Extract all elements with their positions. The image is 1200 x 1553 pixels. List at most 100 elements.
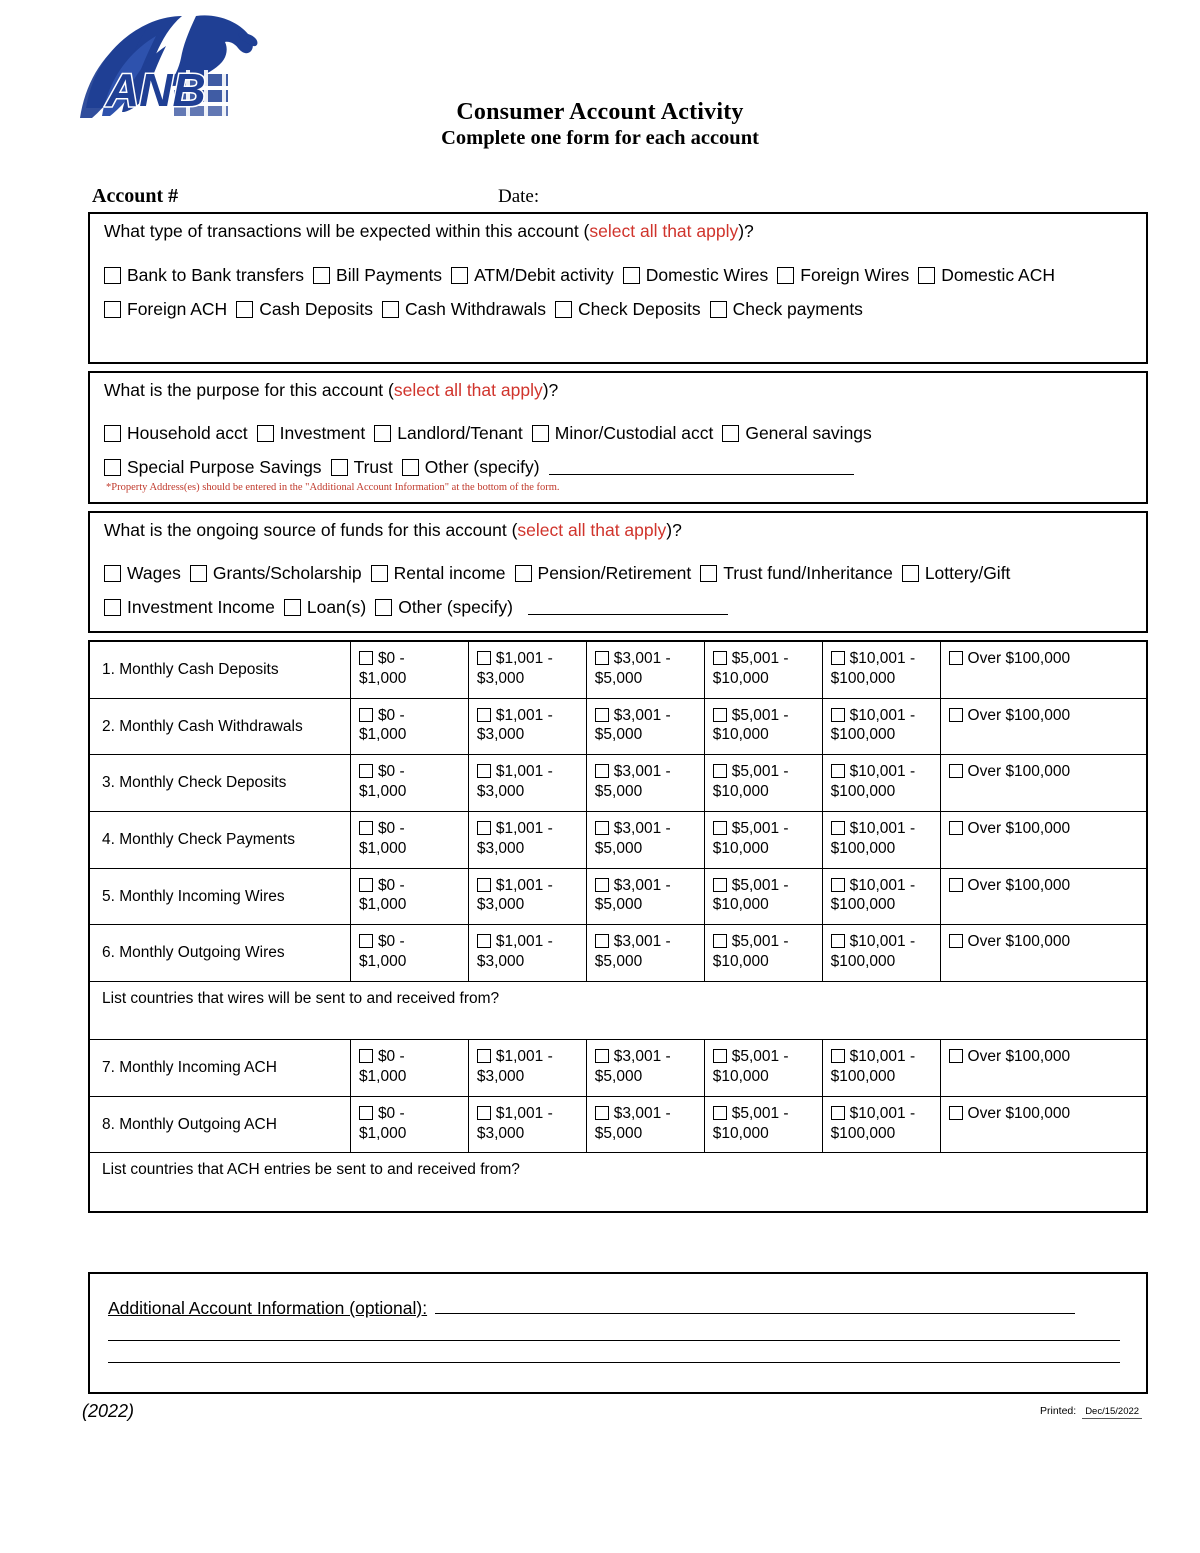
checkbox-item[interactable]: Grants/Scholarship [189, 564, 362, 583]
countries-ach-field[interactable]: List countries that ACH entries be sent … [88, 1152, 1148, 1213]
amount-option-cell[interactable]: $10,001 - $100,000 [821, 697, 941, 756]
checkbox-icon[interactable] [476, 764, 491, 779]
amount-option-cell[interactable]: $3,001 - $5,000 [585, 924, 705, 982]
checkbox-icon[interactable] [104, 267, 121, 285]
amount-option-cell[interactable]: $10,001 - $100,000 [821, 810, 941, 869]
amount-option-cell[interactable]: $1,001 - $3,000 [467, 640, 587, 699]
checkbox-icon[interactable] [370, 565, 388, 583]
checkbox-icon[interactable] [476, 1105, 491, 1120]
checkbox-icon[interactable] [948, 1105, 963, 1120]
checkbox-icon[interactable] [476, 820, 491, 835]
checkbox-icon[interactable] [901, 565, 919, 583]
checkbox-icon[interactable] [594, 877, 609, 892]
amount-option-cell[interactable]: Over $100,000 [939, 640, 1148, 699]
checkbox-icon[interactable] [476, 934, 491, 949]
checkbox-item[interactable]: Trust fund/Inheritance [700, 564, 893, 583]
checkbox-item[interactable]: Domestic Wires [622, 266, 768, 285]
checkbox-icon[interactable] [283, 598, 301, 616]
checkbox-item[interactable]: General savings [722, 424, 872, 443]
countries-wires-field[interactable]: List countries that wires will be sent t… [88, 980, 1148, 1041]
checkbox-icon[interactable] [918, 267, 936, 285]
checkbox-icon[interactable] [948, 934, 963, 949]
checkbox-icon[interactable] [330, 458, 348, 476]
amount-option-cell[interactable]: Over $100,000 [939, 754, 1148, 812]
checkbox-item[interactable]: Special Purpose Savings [104, 458, 322, 477]
checkbox-item[interactable]: Household acct [104, 424, 248, 443]
checkbox-item[interactable]: Landlord/Tenant [374, 424, 523, 443]
checkbox-icon[interactable] [358, 764, 373, 779]
checkbox-icon[interactable] [709, 300, 727, 318]
checkbox-icon[interactable] [104, 425, 121, 443]
amount-option-cell[interactable]: $5,001 - $10,000 [703, 924, 823, 982]
checkbox-item[interactable]: Cash Withdrawals [382, 300, 546, 319]
additional-info-line-3[interactable] [108, 1341, 1120, 1363]
amount-option-cell[interactable]: $10,001 - $100,000 [821, 924, 941, 982]
checkbox-icon[interactable] [777, 267, 795, 285]
checkbox-icon[interactable] [104, 565, 121, 583]
amount-option-cell[interactable]: $0 - $1,000 [349, 1095, 469, 1154]
checkbox-icon[interactable] [830, 651, 845, 665]
purpose-other-input-line[interactable] [548, 460, 854, 475]
amount-option-cell[interactable]: $5,001 - $10,000 [703, 810, 823, 869]
amount-option-cell[interactable]: $0 - $1,000 [349, 924, 469, 982]
checkbox-item[interactable]: Cash Deposits [236, 300, 373, 319]
checkbox-icon[interactable] [712, 651, 727, 665]
checkbox-icon[interactable] [256, 425, 274, 443]
checkbox-item[interactable]: Lottery/Gift [901, 564, 1010, 583]
checkbox-icon[interactable] [594, 1049, 609, 1064]
amount-option-cell[interactable]: $5,001 - $10,000 [703, 697, 823, 756]
checkbox-icon[interactable] [948, 707, 963, 722]
checkbox-icon[interactable] [514, 565, 532, 583]
checkbox-icon[interactable] [104, 598, 121, 616]
checkbox-icon[interactable] [358, 1105, 373, 1120]
checkbox-icon[interactable] [358, 820, 373, 835]
checkbox-icon[interactable] [476, 1049, 491, 1064]
checkbox-icon[interactable] [236, 300, 254, 318]
checkbox-item[interactable]: Investment Income [104, 598, 275, 617]
checkbox-item[interactable]: Pension/Retirement [514, 564, 691, 583]
amount-option-cell[interactable]: $1,001 - $3,000 [467, 1039, 587, 1097]
checkbox-icon[interactable] [830, 707, 845, 722]
amount-option-cell[interactable]: $10,001 - $100,000 [821, 1095, 941, 1154]
checkbox-item[interactable]: Rental income [370, 564, 506, 583]
checkbox-item[interactable]: Wages [104, 564, 181, 583]
checkbox-icon[interactable] [712, 934, 727, 949]
checkbox-icon[interactable] [189, 565, 207, 583]
amount-option-cell[interactable]: $10,001 - $100,000 [821, 1039, 941, 1097]
checkbox-item[interactable]: Trust [330, 458, 393, 477]
checkbox-icon[interactable] [948, 877, 963, 892]
checkbox-icon[interactable] [358, 934, 373, 949]
checkbox-icon[interactable] [358, 651, 373, 665]
checkbox-icon[interactable] [712, 1105, 727, 1120]
amount-option-cell[interactable]: $1,001 - $3,000 [467, 810, 587, 869]
checkbox-icon[interactable] [594, 707, 609, 722]
checkbox-item[interactable]: Foreign ACH [104, 300, 227, 319]
checkbox-item[interactable]: Investment [256, 424, 365, 443]
checkbox-item[interactable]: Foreign Wires [777, 266, 909, 285]
amount-option-cell[interactable]: $3,001 - $5,000 [585, 867, 705, 926]
checkbox-item-other[interactable]: Other (specify) [401, 458, 540, 477]
checkbox-icon[interactable] [948, 651, 963, 665]
checkbox-icon[interactable] [375, 598, 393, 616]
checkbox-item[interactable]: Minor/Custodial acct [531, 424, 713, 443]
checkbox-item[interactable]: Domestic ACH [918, 266, 1055, 285]
checkbox-icon[interactable] [830, 1049, 845, 1064]
amount-option-cell[interactable]: Over $100,000 [939, 924, 1148, 982]
amount-option-cell[interactable]: Over $100,000 [939, 1095, 1148, 1154]
checkbox-icon[interactable] [594, 820, 609, 835]
checkbox-icon[interactable] [451, 267, 469, 285]
checkbox-icon[interactable] [555, 300, 573, 318]
checkbox-item[interactable]: Check payments [709, 300, 863, 319]
amount-option-cell[interactable]: $10,001 - $100,000 [821, 867, 941, 926]
checkbox-icon[interactable] [712, 877, 727, 892]
checkbox-icon[interactable] [358, 877, 373, 892]
checkbox-icon[interactable] [358, 707, 373, 722]
amount-option-cell[interactable]: $5,001 - $10,000 [703, 1039, 823, 1097]
checkbox-icon[interactable] [476, 651, 491, 665]
amount-option-cell[interactable]: $3,001 - $5,000 [585, 754, 705, 812]
amount-option-cell[interactable]: $5,001 - $10,000 [703, 867, 823, 926]
amount-option-cell[interactable]: $10,001 - $100,000 [821, 754, 941, 812]
checkbox-icon[interactable] [830, 877, 845, 892]
additional-info-line-1[interactable] [435, 1300, 1076, 1314]
checkbox-icon[interactable] [700, 565, 718, 583]
